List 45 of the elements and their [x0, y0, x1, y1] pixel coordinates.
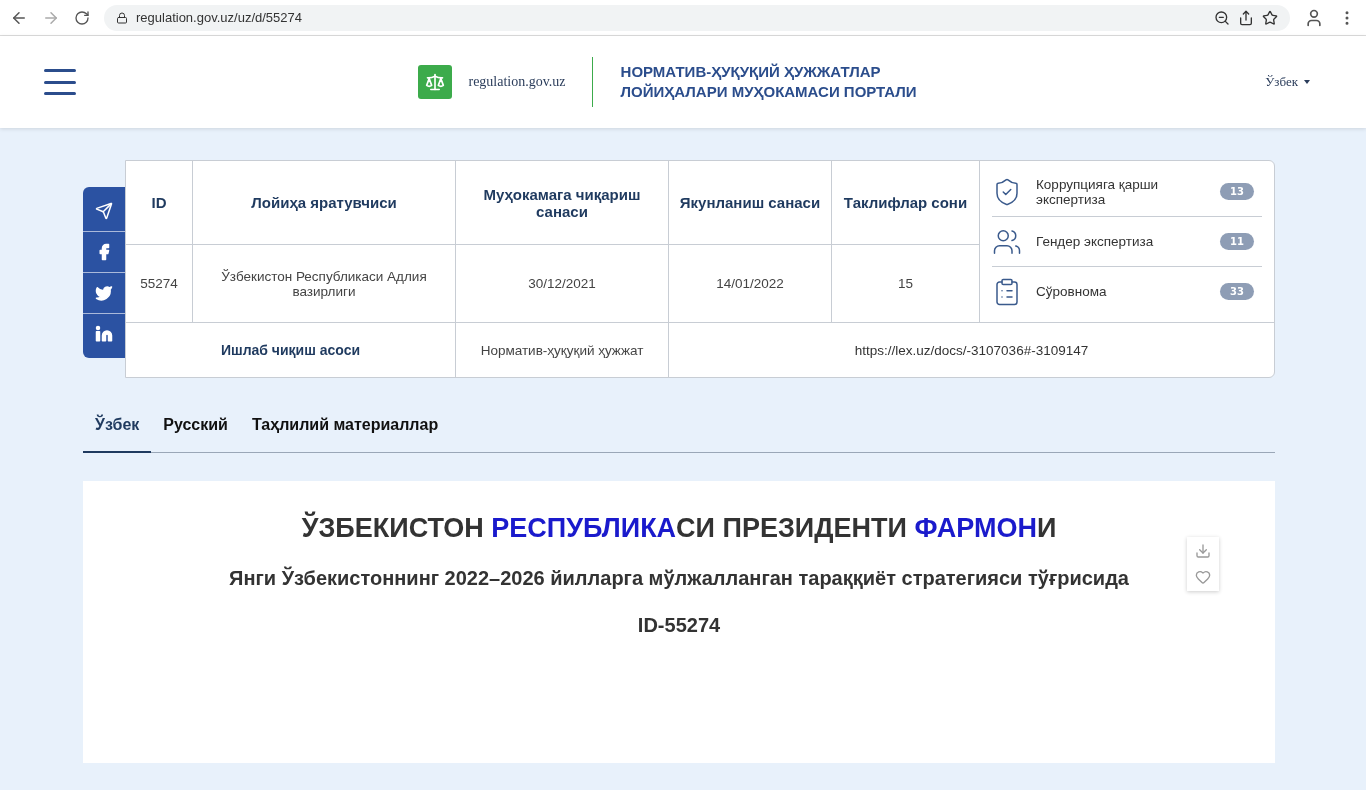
bookmark-star-icon[interactable] — [1262, 9, 1278, 26]
count-badge: 11 — [1220, 233, 1254, 250]
portal-title: НОРМАТИВ-ҲУҚУҚИЙ ҲУЖЖАТЛАР — [620, 62, 882, 82]
reload-icon[interactable] — [74, 9, 90, 26]
address-bar[interactable]: regulation.gov.uz/uz/d/55274 — [104, 4, 1290, 31]
tab[interactable]: Ўзбек — [83, 402, 152, 453]
zoom-icon[interactable] — [1214, 9, 1230, 26]
table-cell: 15 — [832, 245, 980, 323]
scales-logo-icon — [418, 65, 453, 99]
table-cell: Ўзбекистон Республикаси Адлия вазирлиги — [193, 245, 456, 323]
expertise-link[interactable]: Гендер экспертиза — [1036, 234, 1207, 249]
linkedin-icon — [95, 325, 113, 343]
url-text: regulation.gov.uz/uz/d/55274 — [136, 10, 303, 25]
table-cell: Норматив-ҳуқуқий ҳужжат — [456, 323, 669, 377]
portal-title: ЛОЙИҲАЛАРИ МУҲОКАМАСИ ПОРТАЛИ — [620, 82, 917, 102]
table-cell: 14/01/2022 — [669, 245, 832, 323]
table-cell: 55274 — [126, 245, 193, 323]
column-header: Муҳокамага чиқариш санаси — [456, 161, 669, 245]
expertise-link[interactable]: Коррупцияга қарши экспертиза — [1036, 176, 1207, 207]
logo-text: regulation.gov.uz — [468, 74, 566, 90]
language-dropdown[interactable]: Ўзбек — [1259, 73, 1316, 91]
tab[interactable]: Русский — [151, 402, 240, 453]
row-label: Ишлаб чиқиш асоси — [126, 323, 456, 377]
document-heading: ЎЗБЕКИСТОН РЕСПУБЛИКАСИ ПРЕЗИДЕНТИ ФАРМОНИ — [301, 513, 1057, 544]
twitter-icon — [95, 284, 113, 302]
count-badge: 33 — [1220, 283, 1254, 300]
telegram-icon — [95, 202, 113, 220]
count-badge: 13 — [1220, 183, 1254, 200]
favorite-button[interactable] — [1195, 569, 1211, 585]
column-header: Таклифлар сони — [832, 161, 980, 245]
share-icon[interactable] — [1238, 9, 1254, 26]
profile-icon[interactable] — [1304, 7, 1324, 28]
download-button[interactable] — [1195, 543, 1211, 559]
column-header: ID — [126, 161, 193, 245]
column-header: Лойиҳа яратувчиси — [193, 161, 456, 245]
column-header: Якунланиш санаси — [669, 161, 832, 245]
table-cell: 30/12/2021 — [456, 245, 669, 323]
document-link[interactable]: https://lex.uz/docs/-3107036#-3109147 — [669, 323, 1274, 377]
expertise-link[interactable]: Сўровнома — [1036, 284, 1207, 299]
document-id: ID-55274 — [637, 614, 721, 637]
lock-icon — [116, 11, 128, 24]
tab[interactable]: Таҳлилий материаллар — [239, 402, 451, 453]
menu-button[interactable] — [44, 69, 76, 95]
caret-icon — [1304, 80, 1310, 84]
document-subtitle: Янги Ўзбекистоннинг 2022–2026 йилларга мўлжалланган тараққиёт стратегияси тўғрисида — [229, 565, 1129, 591]
